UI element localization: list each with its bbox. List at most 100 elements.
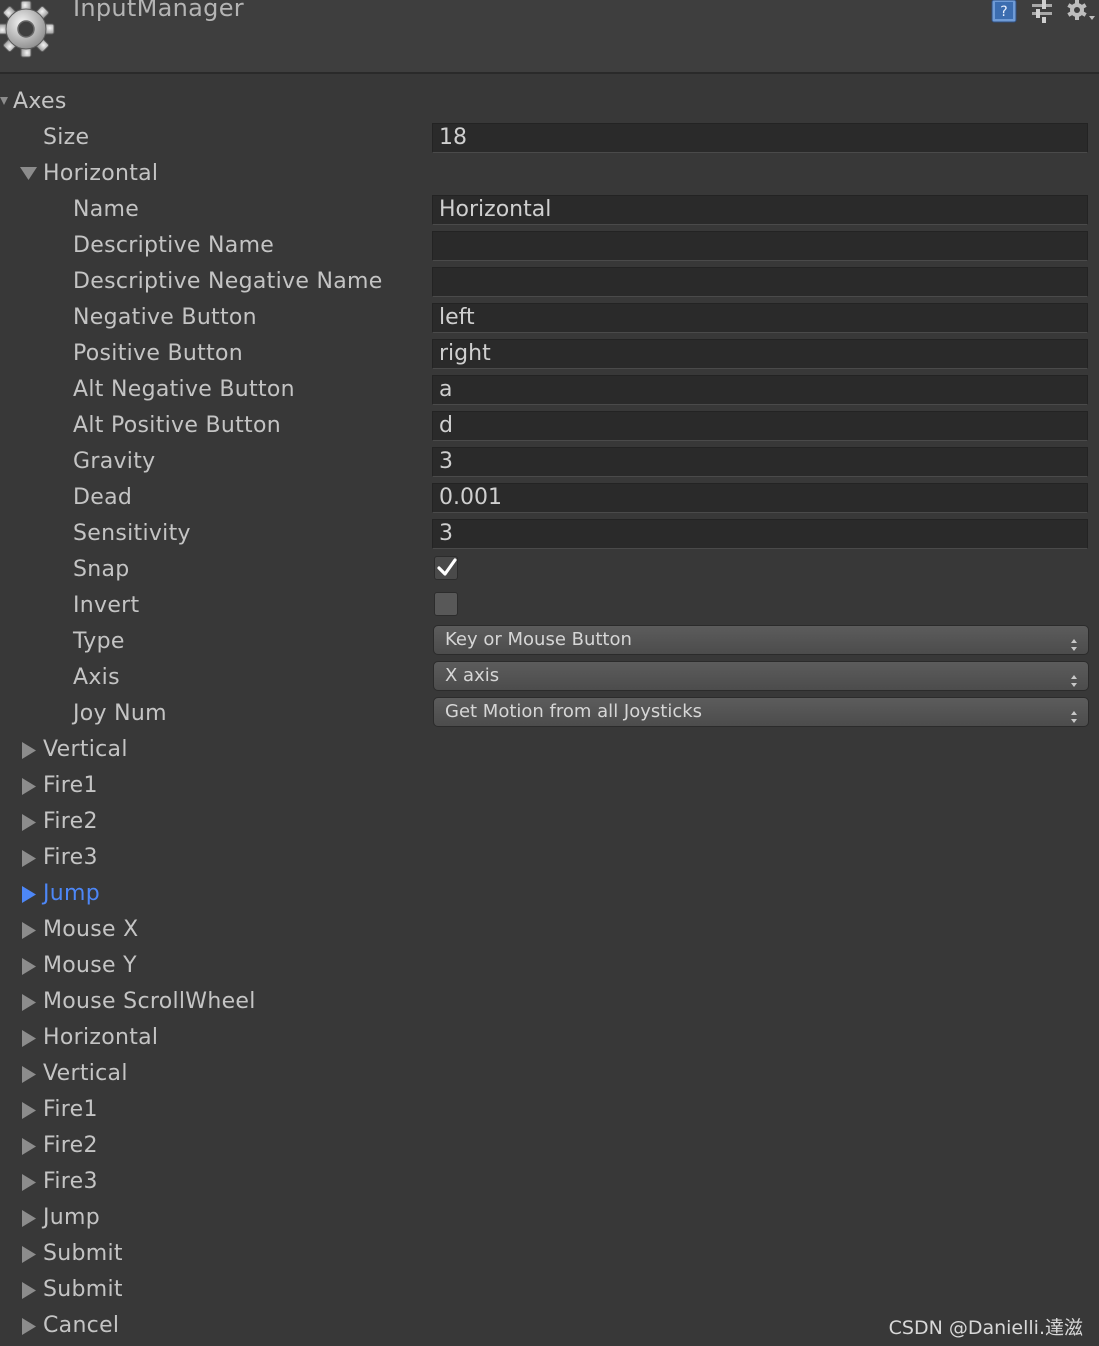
invert-checkbox[interactable] [434, 592, 458, 616]
gear-logo-icon [0, 0, 55, 58]
axis-dropdown-value: X axis [445, 665, 500, 686]
collapsed-triangle-icon[interactable] [21, 804, 39, 840]
axis-item[interactable]: Mouse Y [0, 948, 1099, 984]
negative-button-row: Negative Button left [0, 300, 1099, 336]
horizontal-label: Horizontal [43, 161, 159, 186]
axis-item-label: Mouse X [43, 917, 139, 942]
alt-positive-button-label: Alt Positive Button [73, 413, 281, 438]
collapsed-triangle-icon[interactable] [21, 732, 39, 768]
collapsed-triangle-icon[interactable] [21, 876, 39, 912]
collapsed-triangle-icon[interactable] [21, 948, 39, 984]
axis-item[interactable]: Fire2 [0, 804, 1099, 840]
sensitivity-label: Sensitivity [73, 521, 191, 546]
axis-item[interactable]: Fire2 [0, 1128, 1099, 1164]
collapsed-triangle-icon[interactable] [21, 1236, 39, 1272]
axis-item[interactable]: Submit [0, 1236, 1099, 1272]
axis-item[interactable]: Fire3 [0, 840, 1099, 876]
descriptive-negative-name-row: Descriptive Negative Name [0, 264, 1099, 300]
alt-positive-button-row: Alt Positive Button d [0, 408, 1099, 444]
positive-button-row: Positive Button right [0, 336, 1099, 372]
size-field[interactable]: 18 [432, 123, 1088, 153]
axis-item-label: Fire1 [43, 1097, 98, 1122]
positive-button-label: Positive Button [73, 341, 243, 366]
alt-negative-button-field[interactable]: a [432, 375, 1088, 405]
gravity-row: Gravity 3 [0, 444, 1099, 480]
axis-item[interactable]: Vertical [0, 1056, 1099, 1092]
axis-item-label: Submit [43, 1277, 123, 1302]
joy-num-dropdown-value: Get Motion from all Joysticks [445, 701, 703, 722]
axis-item[interactable]: Fire3 [0, 1164, 1099, 1200]
axis-item[interactable]: Fire1 [0, 1092, 1099, 1128]
collapsed-triangle-icon[interactable] [21, 912, 39, 948]
collapsed-triangle-icon[interactable] [21, 1056, 39, 1092]
collapsed-triangle-icon[interactable] [21, 1272, 39, 1308]
collapsed-triangle-icon[interactable] [21, 1128, 39, 1164]
axis-item[interactable]: Jump [0, 876, 1099, 912]
axis-label: Axis [73, 665, 120, 690]
checkmark-icon [437, 558, 457, 576]
gravity-field[interactable]: 3 [432, 447, 1088, 477]
collapsed-triangle-icon[interactable] [21, 768, 39, 804]
collapsed-triangle-icon[interactable] [21, 840, 39, 876]
inspector-title: InputManager [73, 0, 244, 22]
snap-checkbox[interactable] [434, 556, 458, 580]
axis-item[interactable]: Horizontal [0, 1020, 1099, 1056]
descriptive-negative-name-label: Descriptive Negative Name [73, 269, 383, 294]
axis-item[interactable]: Mouse ScrollWheel [0, 984, 1099, 1020]
joy-num-label: Joy Num [73, 701, 167, 726]
negative-button-label: Negative Button [73, 305, 257, 330]
descriptive-negative-name-field[interactable] [432, 267, 1088, 297]
axis-item-label: Submit [43, 1241, 123, 1266]
axes-foldout[interactable]: Axes [0, 84, 1099, 120]
collapsed-triangle-icon[interactable] [21, 1200, 39, 1236]
descriptive-name-label: Descriptive Name [73, 233, 275, 258]
axis-item[interactable]: Submit [0, 1272, 1099, 1308]
axis-item[interactable]: Fire1 [0, 768, 1099, 804]
dropdown-arrows-icon [1070, 633, 1078, 661]
axis-item-label: Fire2 [43, 809, 98, 834]
name-field[interactable]: Horizontal [432, 195, 1088, 225]
negative-button-field[interactable]: left [432, 303, 1088, 333]
axis-item-label: Fire3 [43, 1169, 98, 1194]
axis-item-label: Cancel [43, 1313, 120, 1338]
descriptive-name-field[interactable] [432, 231, 1088, 261]
joy-num-dropdown[interactable]: Get Motion from all Joysticks [433, 697, 1089, 727]
collapsed-triangle-icon[interactable] [21, 1020, 39, 1056]
dead-field[interactable]: 0.001 [432, 483, 1088, 513]
axis-row: Axis X axis [0, 660, 1099, 696]
inspector-header: InputManager ? [0, 0, 1099, 74]
joy-num-row: Joy Num Get Motion from all Joysticks [0, 696, 1099, 732]
dead-row: Dead 0.001 [0, 480, 1099, 516]
axis-item-label: Jump [43, 1205, 101, 1230]
preset-sliders-icon[interactable] [1030, 0, 1054, 24]
gravity-label: Gravity [73, 449, 156, 474]
settings-gear-icon[interactable] [1066, 0, 1096, 24]
axis-dropdown[interactable]: X axis [433, 661, 1089, 691]
help-book-icon[interactable]: ? [990, 0, 1018, 24]
axis-item-label: Fire1 [43, 773, 98, 798]
axes-label: Axes [13, 89, 67, 114]
type-dropdown-value: Key or Mouse Button [445, 629, 632, 650]
type-row: Type Key or Mouse Button [0, 624, 1099, 660]
collapsed-triangle-icon[interactable] [21, 984, 39, 1020]
snap-label: Snap [73, 557, 130, 582]
collapsed-triangle-icon[interactable] [21, 1092, 39, 1128]
watermark: CSDN @Danielli.達滋 [888, 1317, 1083, 1339]
collapsed-triangle-icon[interactable] [21, 1164, 39, 1200]
dropdown-arrows-icon [1070, 705, 1078, 733]
type-dropdown[interactable]: Key or Mouse Button [433, 625, 1089, 655]
horizontal-foldout[interactable]: Horizontal [0, 156, 1099, 192]
axis-item[interactable]: Jump [0, 1200, 1099, 1236]
descriptive-name-row: Descriptive Name [0, 228, 1099, 264]
axis-item[interactable]: Vertical [0, 732, 1099, 768]
positive-button-field[interactable]: right [432, 339, 1088, 369]
expanded-triangle-icon[interactable] [20, 156, 38, 192]
collapsed-triangle-icon[interactable] [21, 1308, 39, 1344]
axis-item[interactable]: Mouse X [0, 912, 1099, 948]
name-row: Name Horizontal [0, 192, 1099, 228]
dead-label: Dead [73, 485, 133, 510]
alt-negative-button-row: Alt Negative Button a [0, 372, 1099, 408]
alt-positive-button-field[interactable]: d [432, 411, 1088, 441]
sensitivity-field[interactable]: 3 [432, 519, 1088, 549]
snap-row: Snap [0, 552, 1099, 588]
